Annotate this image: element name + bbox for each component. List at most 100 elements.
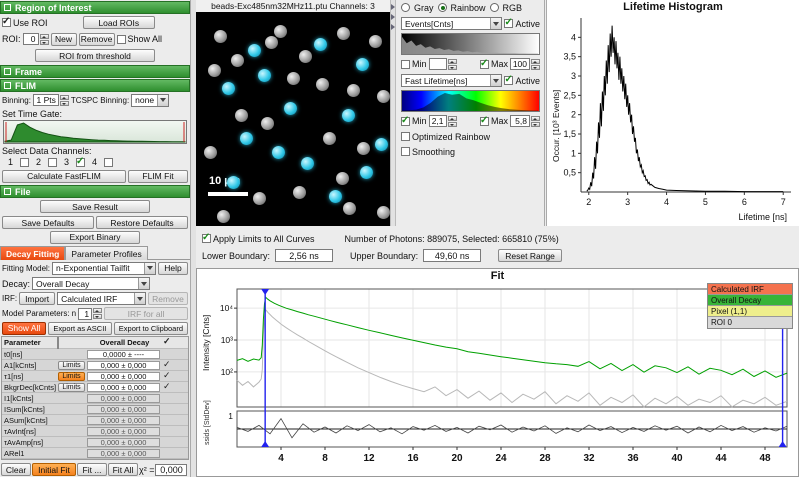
restore-defaults-button[interactable]: Restore Defaults [96, 216, 188, 229]
channel-1-checkbox[interactable] [20, 158, 29, 167]
table-row-a1[interactable]: A1[kCnts]Limits0,000 ± 0,000 [2, 360, 188, 371]
chevron-down-icon[interactable] [134, 293, 145, 304]
save-defaults-button[interactable]: Save Defaults [2, 216, 94, 229]
initial-fit-button[interactable]: Initial Fit [32, 463, 76, 476]
lower-boundary-input[interactable]: 2,56 ns [275, 249, 333, 262]
tab-parameter-profiles[interactable]: Parameter Profiles [65, 246, 147, 260]
svg-text:4: 4 [571, 32, 576, 42]
lifetime-max-value[interactable]: 5,8 [510, 115, 530, 127]
irf-import-button[interactable]: Import [19, 292, 55, 305]
time-gate-plot[interactable] [3, 120, 187, 144]
limits-button-highlighted[interactable]: Limits [58, 372, 85, 381]
n-spinner-arrows[interactable] [93, 308, 102, 319]
lifetime-max-stepper[interactable]: 5,8 [510, 115, 540, 127]
events-active-checkbox[interactable] [504, 19, 513, 28]
legend-item-roi0[interactable]: ROI 0 [708, 317, 792, 328]
remove-roi-button[interactable]: Remove [79, 33, 115, 46]
collapse-icon[interactable] [4, 4, 11, 11]
export-clipboard-button[interactable]: Export to Clipboard [114, 322, 188, 335]
chevron-down-icon[interactable] [490, 75, 501, 86]
n-value[interactable]: 1 [78, 308, 92, 320]
optimized-rainbow-checkbox[interactable] [401, 132, 410, 141]
lifetime-max-checkbox[interactable] [480, 117, 489, 126]
export-binary-button[interactable]: Export Binary [50, 231, 140, 244]
flim-fit-button[interactable]: FLIM Fit [128, 170, 188, 183]
reset-range-button[interactable]: Reset Range [498, 249, 562, 262]
save-result-button[interactable]: Save Result [40, 200, 150, 213]
tcspc-binning-select[interactable]: none [131, 94, 169, 107]
lifetime-active-checkbox[interactable] [504, 76, 513, 85]
legend-item-overall-decay[interactable]: Overall Decay [708, 295, 792, 306]
fit-all-button[interactable]: Fit All [108, 463, 138, 476]
rgb-radio[interactable] [490, 3, 499, 12]
load-rois-button[interactable]: Load ROIs [83, 16, 155, 29]
decay-select[interactable]: Overall Decay [32, 277, 150, 290]
events-max-checkbox[interactable] [480, 60, 489, 69]
legend-item-calculated-irf[interactable]: Calculated IRF [708, 284, 792, 295]
lifetime-histogram-chart[interactable]: 2345670,511,522,533,54 [547, 12, 799, 212]
chevron-down-icon[interactable] [144, 263, 155, 274]
intensity-histogram-overlay [402, 34, 538, 54]
table-config-button[interactable] [57, 338, 86, 348]
gray-radio[interactable] [401, 3, 410, 12]
smoothing-checkbox[interactable] [401, 147, 410, 156]
calculate-fastflim-button[interactable]: Calculate FastFLIM [2, 170, 126, 183]
channel-4-checkbox[interactable] [104, 158, 113, 167]
binning-stepper[interactable]: 1 Pts [33, 94, 69, 106]
events-min-value[interactable] [429, 58, 447, 70]
rainbow-radio[interactable] [438, 3, 447, 12]
lifetime-min-value[interactable]: 2,1 [429, 115, 447, 127]
lifetime-min-stepper[interactable]: 2,1 [429, 115, 457, 127]
frame-section-header[interactable]: Frame [0, 65, 190, 78]
events-min-checkbox[interactable] [401, 60, 410, 69]
file-section-header[interactable]: File [0, 185, 190, 198]
chevron-down-icon[interactable] [157, 95, 168, 106]
upper-boundary-input[interactable]: 49,60 ns [423, 249, 481, 262]
limits-button[interactable]: Limits [58, 383, 85, 392]
fitting-model-select[interactable]: n-Exponential Tailfit [52, 262, 156, 275]
limits-button[interactable]: Limits [58, 361, 85, 370]
show-all-params-button[interactable]: Show All [2, 322, 46, 335]
events-min-stepper[interactable] [429, 58, 457, 70]
fit-button[interactable]: Fit ... [77, 463, 107, 476]
events-channel-select[interactable]: Events[Cnts] [401, 17, 502, 30]
clear-button[interactable]: Clear [1, 463, 31, 476]
binning-spinner-arrows[interactable] [60, 95, 69, 106]
lifetime-min-checkbox[interactable] [401, 117, 410, 126]
collapse-icon[interactable] [4, 188, 11, 195]
roi-number-stepper[interactable]: 0 [23, 33, 49, 45]
lifetime-channel-select[interactable]: Fast Lifetime[ns] [401, 74, 502, 87]
lifetime-gradient-bar[interactable] [401, 90, 540, 112]
channel-3-checkbox[interactable] [76, 158, 85, 167]
channel-2-checkbox[interactable] [48, 158, 57, 167]
binning-value[interactable]: 1 Pts [33, 94, 59, 106]
collapse-icon[interactable] [4, 82, 11, 89]
tab-decay-fitting[interactable]: Decay Fitting [0, 246, 65, 260]
roi-section-header[interactable]: Region of Interest [0, 1, 190, 14]
flim-image[interactable]: 10 µm [196, 12, 390, 226]
events-max-value[interactable]: 100 [510, 58, 530, 70]
intensity-gradient-bar[interactable] [401, 33, 540, 55]
table-row-tau1[interactable]: τ1[ns]Limits0,000 ± 0,000 [2, 371, 188, 382]
new-roi-button[interactable]: New [51, 33, 77, 46]
flim-section-header[interactable]: FLIM [0, 79, 190, 92]
table-row-t0[interactable]: t0[ns]0,0000 ± ---- [2, 349, 188, 360]
events-max-stepper[interactable]: 100 [510, 58, 540, 70]
collapse-icon[interactable] [4, 68, 11, 75]
legend-item-pixel[interactable]: Pixel (1,1) [708, 306, 792, 317]
export-ascii-button[interactable]: Export as ASCII [48, 322, 112, 335]
help-button[interactable]: Help [158, 262, 188, 275]
roi-number-value[interactable]: 0 [23, 33, 39, 45]
file-section-title: File [15, 187, 31, 197]
table-row-bkgrdec[interactable]: BkgrDec[kCnts]Limits0,000 ± 0,000 [2, 382, 188, 393]
show-all-rois-checkbox[interactable] [117, 35, 126, 44]
roi-spinner-arrows[interactable] [40, 34, 49, 45]
n-stepper[interactable]: 1 [78, 308, 102, 320]
image-splitter[interactable] [390, 0, 396, 226]
apply-limits-checkbox[interactable] [202, 234, 211, 243]
irf-select[interactable]: Calculated IRF [57, 292, 146, 305]
roi-from-threshold-button[interactable]: ROI from threshold [35, 49, 155, 62]
use-roi-checkbox[interactable] [2, 18, 11, 27]
chevron-down-icon[interactable] [490, 18, 501, 29]
chevron-down-icon[interactable] [138, 278, 149, 289]
